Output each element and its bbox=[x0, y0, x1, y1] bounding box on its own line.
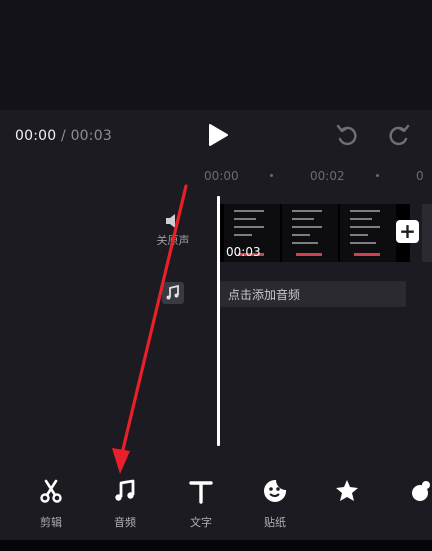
tool-label: 剪辑 bbox=[40, 516, 62, 529]
speaker-icon bbox=[166, 214, 179, 228]
system-bar bbox=[0, 540, 432, 551]
time-ruler[interactable]: 00:00 00:02 0 bbox=[0, 160, 432, 190]
playhead[interactable] bbox=[217, 196, 220, 446]
add-clip-button[interactable]: + bbox=[396, 220, 419, 243]
tool-edit[interactable]: 剪辑 bbox=[21, 478, 81, 530]
mute-label: 关原声 bbox=[156, 234, 190, 247]
playback-controls: 00:00 / 00:03 bbox=[0, 110, 432, 160]
bottom-toolbar: 剪辑 音频 文字 贴纸 bbox=[0, 470, 432, 540]
clip-thumbnail bbox=[282, 204, 338, 262]
video-preview[interactable] bbox=[0, 0, 432, 110]
clip-thumbnail bbox=[340, 204, 396, 262]
ruler-tick-0: 00:00 bbox=[204, 169, 239, 183]
total-time: 00:03 bbox=[70, 128, 112, 144]
clip-edge bbox=[422, 204, 432, 262]
tool-label: 贴纸 bbox=[264, 516, 286, 529]
redo-icon[interactable] bbox=[386, 122, 412, 148]
timeline-area[interactable]: 00:00 00:02 0 关原声 00:03 + 点击添加音频 bbox=[0, 160, 432, 470]
star-effect-icon bbox=[336, 480, 358, 501]
tool-audio[interactable]: 音频 bbox=[95, 478, 155, 530]
time-display: 00:00 / 00:03 bbox=[15, 128, 112, 144]
play-icon[interactable] bbox=[205, 123, 231, 147]
tool-label: 文字 bbox=[190, 516, 212, 529]
add-audio-track[interactable]: 点击添加音频 bbox=[220, 281, 406, 307]
video-clip[interactable]: 00:03 bbox=[220, 204, 410, 262]
mute-original-button[interactable]: 关原声 bbox=[150, 212, 196, 248]
ruler-tick-1: 00:02 bbox=[310, 169, 345, 183]
ruler-dot bbox=[376, 174, 379, 177]
time-separator: / bbox=[56, 128, 71, 144]
text-t-icon bbox=[189, 481, 213, 504]
ruler-tick-2: 0 bbox=[416, 169, 424, 183]
current-time: 00:00 bbox=[15, 128, 57, 144]
tool-filter[interactable] bbox=[390, 478, 432, 514]
filter-icon bbox=[412, 481, 430, 501]
tool-label: 音频 bbox=[114, 516, 136, 529]
add-audio-label: 点击添加音频 bbox=[228, 288, 301, 302]
undo-icon[interactable] bbox=[334, 122, 360, 148]
scissors-icon bbox=[40, 479, 62, 503]
sticker-icon bbox=[264, 480, 286, 502]
ruler-dot bbox=[270, 174, 273, 177]
tool-sticker[interactable]: 贴纸 bbox=[245, 478, 305, 530]
tool-text[interactable]: 文字 bbox=[171, 478, 231, 530]
tool-effects[interactable] bbox=[317, 478, 377, 514]
music-note-icon bbox=[115, 479, 135, 501]
clip-duration: 00:03 bbox=[226, 245, 261, 259]
music-track-icon[interactable] bbox=[162, 282, 184, 304]
